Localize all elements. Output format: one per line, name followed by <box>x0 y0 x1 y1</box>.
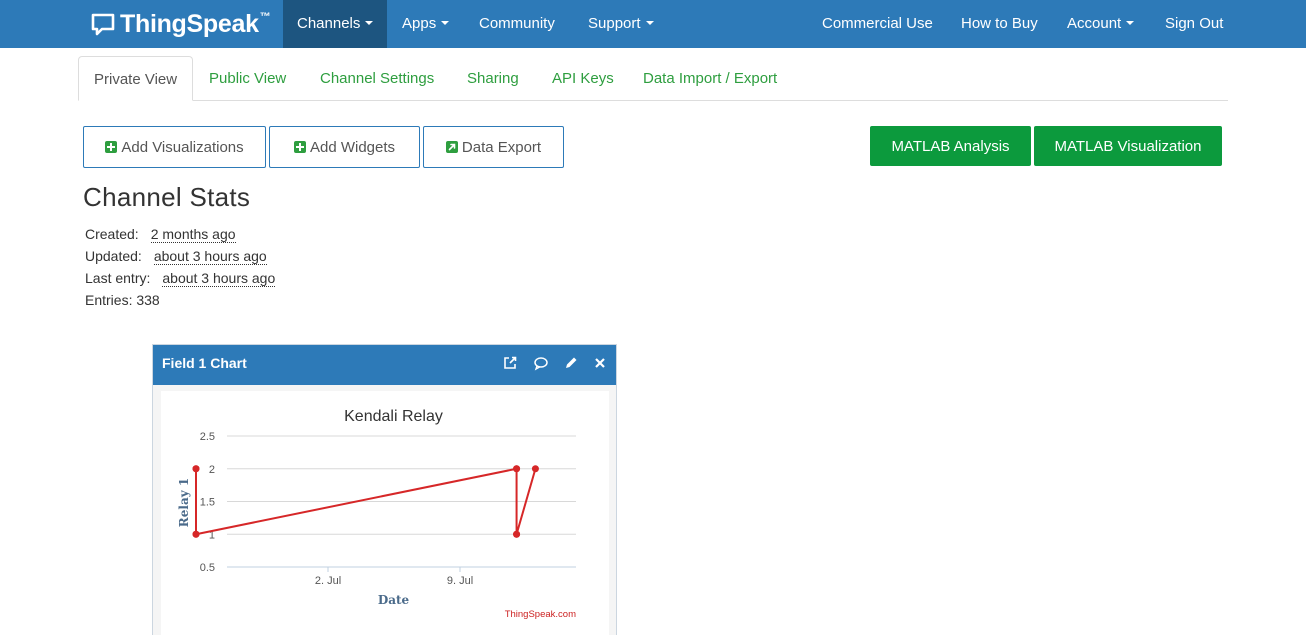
data-point <box>513 530 521 538</box>
nav-channels[interactable]: Channels <box>283 0 388 48</box>
matlab-visualization-button[interactable]: MATLAB Visualization <box>1034 126 1222 166</box>
y-tick-label: 1.5 <box>200 497 215 509</box>
nav-commercial-use[interactable]: Commercial Use <box>808 0 947 48</box>
add-widgets-button[interactable]: Add Widgets <box>269 126 420 168</box>
data-export-label: Data Export <box>461 138 542 156</box>
chart-title: Kendali Relay <box>344 408 443 425</box>
external-link-square-icon <box>445 141 458 153</box>
line-chart: Kendali Relay2.521.510.52. Jul 9. JulDate… <box>177 408 576 620</box>
comment-icon[interactable] <box>533 355 549 371</box>
nav-how-to-buy[interactable]: How to Buy <box>947 0 1052 48</box>
brand-logo[interactable]: ThingSpeak ™ <box>90 9 271 39</box>
matlab-analysis-button[interactable]: MATLAB Analysis <box>870 126 1031 166</box>
stat-entries: Entries: 338 <box>85 292 160 308</box>
nav-community[interactable]: Community <box>465 0 569 48</box>
stat-updated: Updated: about 3 hours ago <box>85 248 267 265</box>
panel-title: Field 1 Chart <box>162 355 247 371</box>
tab-private-view[interactable]: Private View <box>78 56 194 101</box>
nav-support-label: Support <box>588 15 641 32</box>
data-point <box>531 465 539 473</box>
channel-stats-title: Channel Stats <box>83 182 251 212</box>
stat-updated-value: about 3 hours ago <box>153 248 267 265</box>
caret-down-icon <box>441 21 450 26</box>
add-widgets-label: Add Widgets <box>309 138 396 156</box>
brand-name: ThingSpeak <box>120 9 259 38</box>
stat-entries-label: Entries: <box>85 292 133 308</box>
field-1-chart-panel: Field 1 Chart Kendali Relay 2.5 2 1.5 1 0.5 2.… <box>152 344 617 635</box>
tab-channel-settings[interactable]: Channel Settings <box>305 56 449 101</box>
tab-data-import-export[interactable]: Data Import / Export <box>628 56 792 101</box>
y-tick-label: 2.5 <box>200 431 215 443</box>
nav-how-to-buy-label: How to Buy <box>961 15 1038 32</box>
stat-entries-value: 338 <box>136 292 160 308</box>
nav-community-label: Community <box>479 15 555 32</box>
data-export-button[interactable]: Data Export <box>423 126 564 168</box>
brand-trademark: ™ <box>259 11 271 23</box>
stat-last-entry-label: Last entry: <box>85 270 151 286</box>
add-visualizations-label: Add Visualizations <box>121 138 244 156</box>
chart-credit: ThingSpeak.com <box>505 609 576 620</box>
nav-commercial-use-label: Commercial Use <box>822 15 933 32</box>
x-tick-label: 9. Jul <box>447 575 473 587</box>
y-tick-label: 2 <box>209 464 215 476</box>
stat-last-entry: Last entry: about 3 hours ago <box>85 270 276 287</box>
stat-last-entry-value: about 3 hours ago <box>162 270 276 287</box>
external-link-icon[interactable] <box>502 355 518 371</box>
plus-square-icon <box>293 141 306 153</box>
nav-sign-out-label: Sign Out <box>1165 15 1224 32</box>
x-axis-label: Date <box>378 593 410 607</box>
stat-created-value: 2 months ago <box>150 226 236 243</box>
speech-bubble-icon <box>91 13 115 36</box>
data-point <box>513 465 521 473</box>
caret-down-icon <box>1126 21 1135 26</box>
y-axis-label: Relay 1 <box>177 478 191 527</box>
nav-apps[interactable]: Apps <box>388 0 463 48</box>
nav-channels-label: Channels <box>297 15 361 32</box>
nav-account-label: Account <box>1067 15 1122 32</box>
nav-account[interactable]: Account <box>1053 0 1148 48</box>
chart-area: Kendali Relay 2.5 2 1.5 1 0.5 2. Jul 9. Jul Date… <box>161 391 609 635</box>
caret-down-icon <box>365 21 374 26</box>
pencil-icon[interactable] <box>563 355 579 371</box>
nav-sign-out[interactable]: Sign Out <box>1151 0 1237 48</box>
y-tick-label: 0.5 <box>200 562 215 574</box>
data-point <box>192 465 200 473</box>
x-tick-label: 2. Jul <box>315 575 341 587</box>
panel-header: Field 1 Chart <box>153 345 616 385</box>
tab-sharing[interactable]: Sharing <box>452 56 534 101</box>
close-icon[interactable] <box>592 355 608 371</box>
top-navbar: ThingSpeak ™ Channels Apps Community Sup… <box>0 0 1306 48</box>
add-visualizations-button[interactable]: Add Visualizations <box>83 126 266 168</box>
nav-apps-label: Apps <box>402 15 437 32</box>
stat-updated-label: Updated: <box>85 248 142 264</box>
nav-support[interactable]: Support <box>574 0 668 48</box>
stat-created: Created: 2 months ago <box>85 226 236 243</box>
plus-square-icon <box>105 141 118 153</box>
data-point <box>192 530 200 538</box>
stat-created-label: Created: <box>85 226 139 242</box>
caret-down-icon <box>645 21 654 26</box>
tab-public-view[interactable]: Public View <box>194 56 301 101</box>
tab-api-keys[interactable]: API Keys <box>537 56 629 101</box>
